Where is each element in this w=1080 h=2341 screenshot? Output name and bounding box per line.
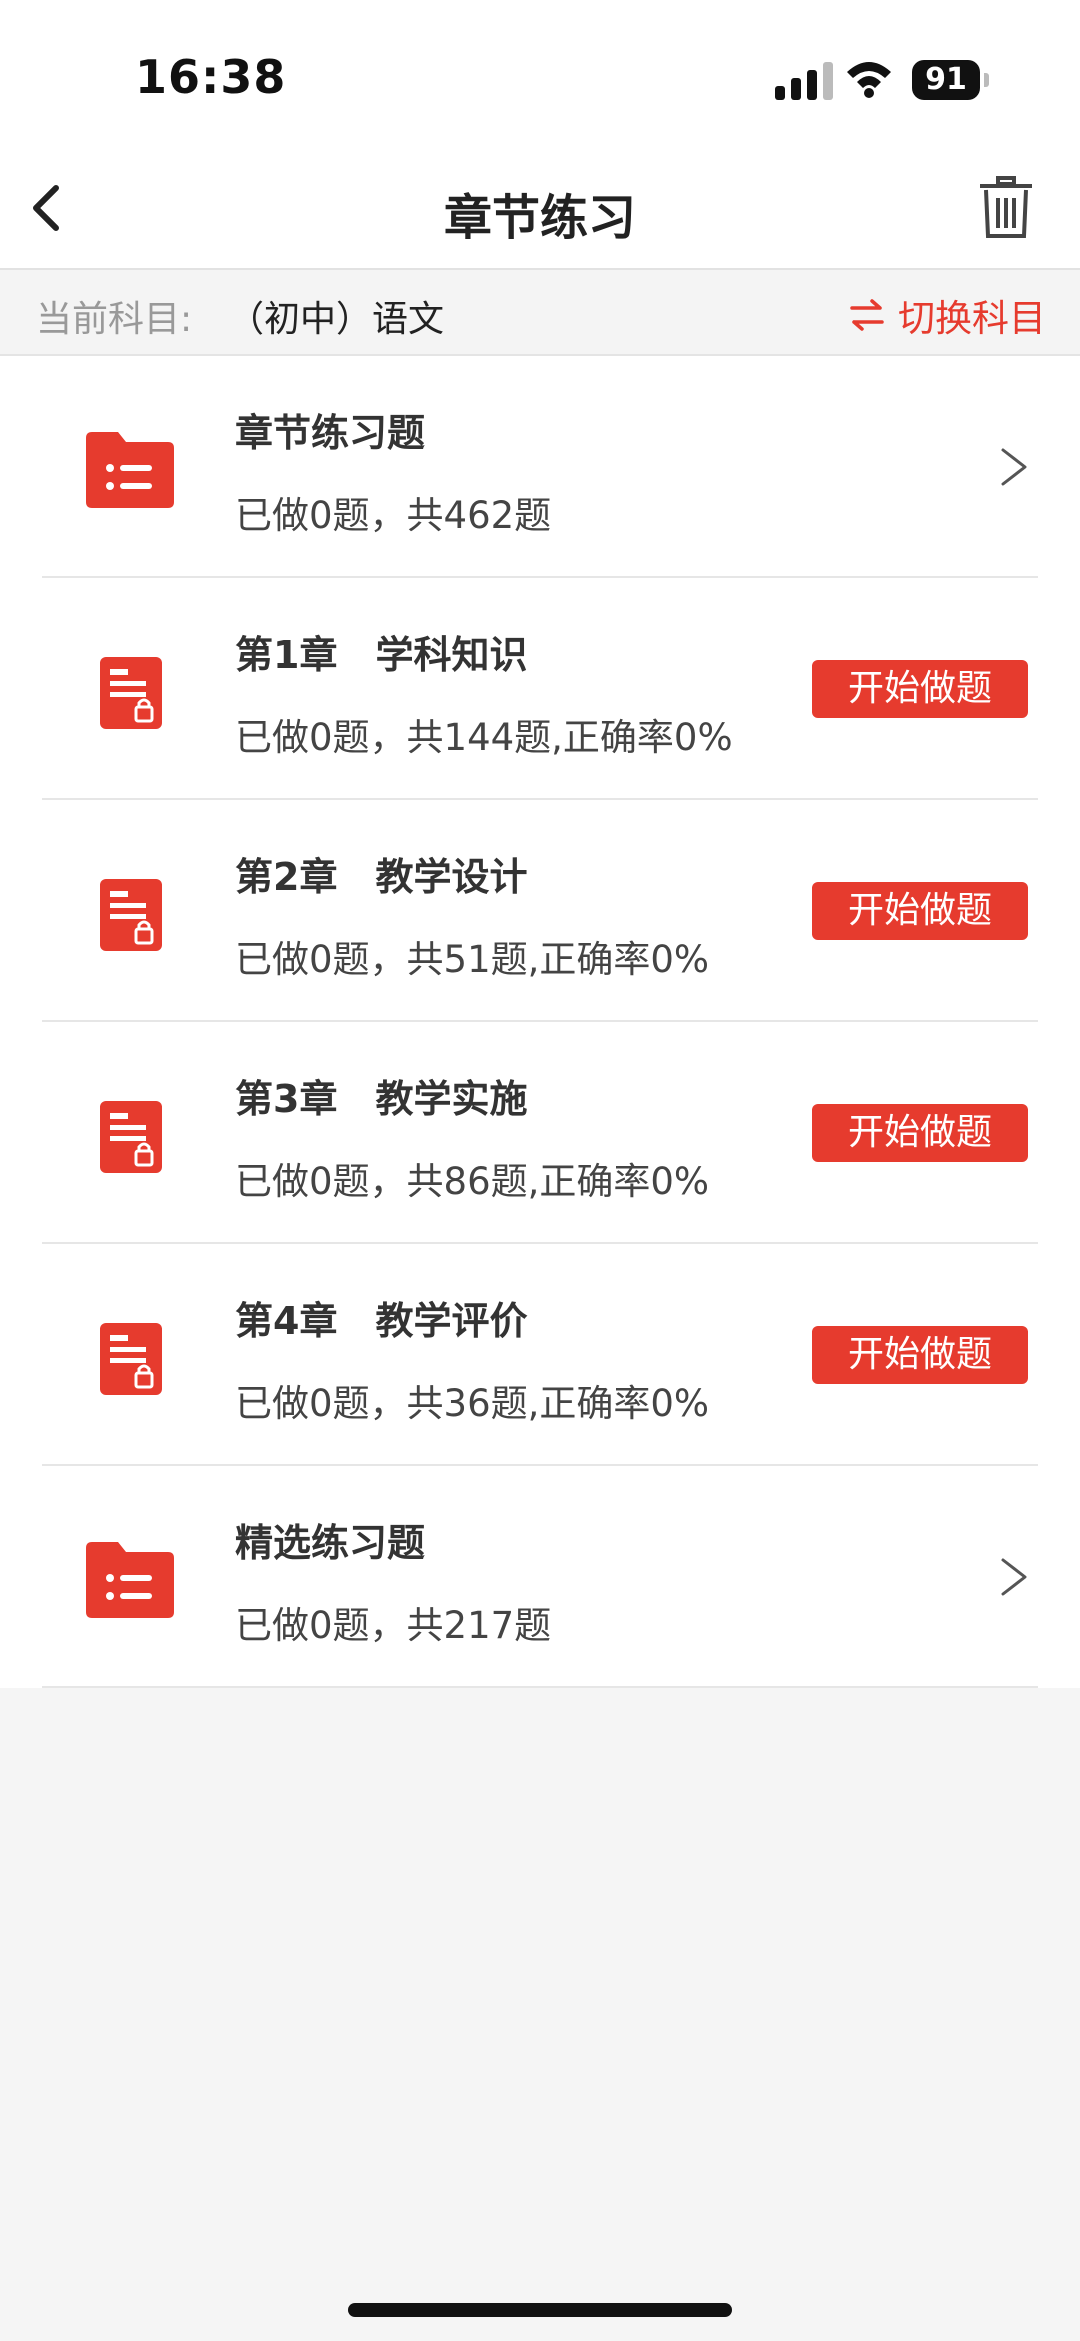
chevron-right-icon [1001, 1558, 1027, 1596]
battery-icon: 91 [912, 60, 990, 100]
subject-label: 当前科目: [36, 299, 193, 340]
list-item-title: 第3章 教学实施 [235, 1077, 528, 1121]
list-item-title: 第2章 教学设计 [235, 855, 528, 899]
home-indicator[interactable] [348, 2303, 732, 2317]
switch-subject-button[interactable]: 切换科目 [848, 288, 1046, 342]
list-item-chapter-3: 第3章 教学实施 已做0题，共86题,正确率0% 开始做题 [0, 1022, 1080, 1244]
cellular-signal-icon [775, 62, 833, 100]
locked-document-icon [100, 1101, 162, 1173]
trash-icon[interactable] [970, 172, 1042, 244]
page-title: 章节练习 [443, 190, 636, 246]
folder-list-icon [86, 1542, 174, 1618]
list-item-subtitle: 已做0题，共462题 [235, 494, 552, 537]
start-practice-button[interactable]: 开始做题 [812, 882, 1028, 940]
list-item-chapter-2: 第2章 教学设计 已做0题，共51题,正确率0% 开始做题 [0, 800, 1080, 1022]
battery-level: 91 [912, 60, 980, 100]
start-practice-button[interactable]: 开始做题 [812, 1104, 1028, 1162]
list-item-chapter-4: 第4章 教学评价 已做0题，共36题,正确率0% 开始做题 [0, 1244, 1080, 1466]
list-item-title: 第4章 教学评价 [235, 1299, 528, 1343]
nav-bar: 章节练习 [0, 150, 1080, 270]
start-practice-button[interactable]: 开始做题 [812, 1326, 1028, 1384]
swap-arrows-icon [850, 299, 884, 331]
status-time: 16:38 [135, 50, 287, 104]
list-item-title: 第1章 学科知识 [235, 633, 528, 677]
list-item-selected-practice[interactable]: 精选练习题 已做0题，共217题 [0, 1466, 1080, 1688]
list-item-subtitle: 已做0题，共144题,正确率0% [235, 716, 733, 759]
list-item-subtitle: 已做0题，共51题,正确率0% [235, 938, 710, 981]
wifi-icon [847, 62, 891, 98]
subject-value: （初中）语文 [228, 299, 445, 340]
list-item-subtitle: 已做0题，共86题,正确率0% [235, 1160, 710, 1203]
start-practice-button[interactable]: 开始做题 [812, 660, 1028, 718]
chevron-right-icon [1001, 448, 1027, 486]
list-item-subtitle: 已做0题，共36题,正确率0% [235, 1382, 710, 1425]
switch-subject-label: 切换科目 [898, 297, 1046, 340]
list-item-title: 章节练习题 [235, 411, 426, 455]
locked-document-icon [100, 879, 162, 951]
list-item-title: 精选练习题 [235, 1521, 426, 1565]
list-item-chapter-1: 第1章 学科知识 已做0题，共144题,正确率0% 开始做题 [0, 578, 1080, 800]
locked-document-icon [100, 1323, 162, 1395]
folder-list-icon [86, 432, 174, 508]
chapter-list: 章节练习题 已做0题，共462题 第1章 学科知识 已做0题，共144题,正确率… [0, 356, 1080, 1688]
locked-document-icon [100, 657, 162, 729]
status-bar: 16:38 91 [0, 0, 1080, 150]
list-item-chapter-practice[interactable]: 章节练习题 已做0题，共462题 [0, 356, 1080, 578]
subject-bar: 当前科目: （初中）语文 切换科目 [0, 270, 1080, 356]
list-item-subtitle: 已做0题，共217题 [235, 1604, 552, 1647]
